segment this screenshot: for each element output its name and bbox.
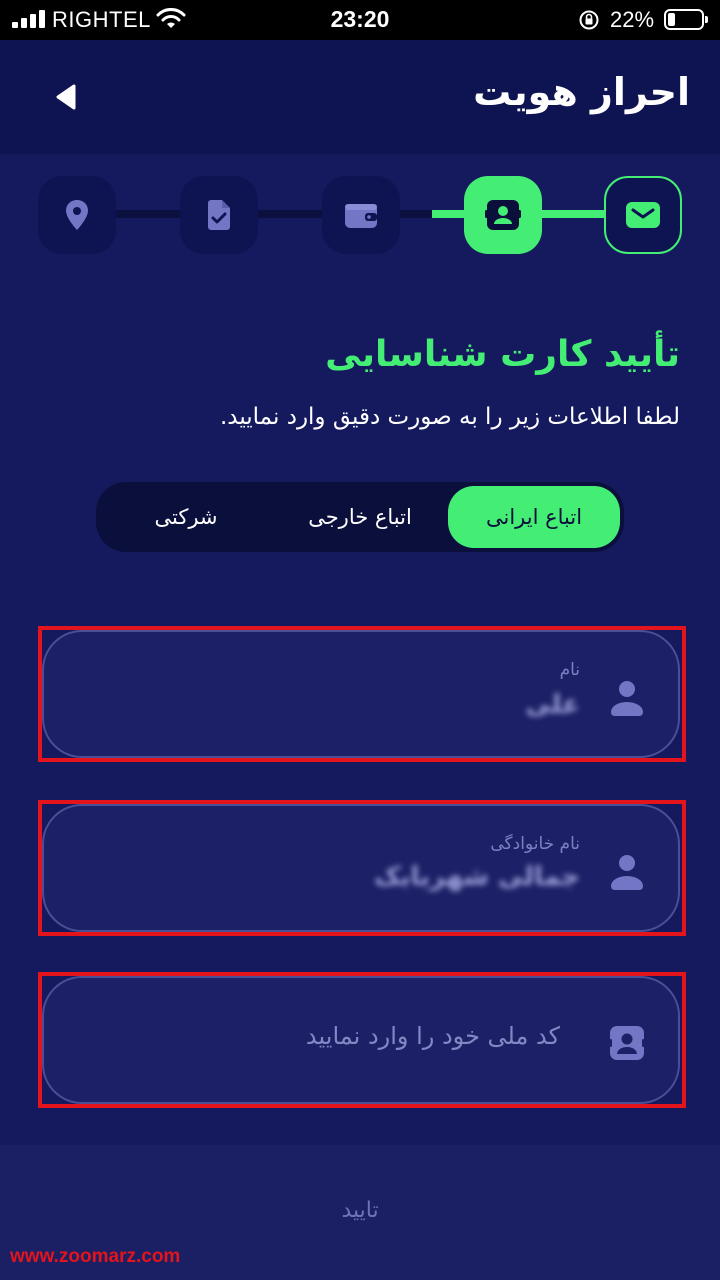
- battery-icon: [664, 9, 708, 30]
- segment-company[interactable]: شرکتی: [100, 486, 272, 548]
- document-check-icon: [208, 200, 230, 230]
- last-name-label: نام خانوادگی: [490, 834, 580, 854]
- step-connector: [110, 210, 190, 218]
- id-card-icon: [607, 1026, 647, 1060]
- step-id-card: [464, 176, 542, 254]
- nationality-segmented-control: اتباع ایرانی اتباع خارجی شرکتی: [96, 482, 624, 552]
- first-name-value: علی: [525, 690, 580, 720]
- first-name-field[interactable]: نام علی: [42, 630, 680, 758]
- page-title: احراز هویت: [473, 70, 690, 114]
- wallet-icon: [345, 204, 377, 228]
- last-name-field[interactable]: نام خانوادگی جمالی شهربابک: [42, 804, 680, 932]
- step-email: [604, 176, 682, 254]
- segment-iranian[interactable]: اتباع ایرانی: [448, 486, 620, 548]
- envelope-icon: [626, 202, 660, 228]
- step-location: [38, 176, 116, 254]
- step-connector: [252, 210, 332, 218]
- step-connector-active: [536, 210, 610, 218]
- user-icon: [611, 855, 643, 890]
- rotation-lock-icon: [579, 10, 599, 30]
- national-code-field[interactable]: [42, 976, 680, 1104]
- status-bar: RIGHTEL 23:20 22%: [0, 0, 720, 40]
- app-header: احراز هویت: [0, 40, 720, 154]
- confirm-button[interactable]: تایید: [0, 1180, 720, 1240]
- step-wallet: [322, 176, 400, 254]
- last-name-value: جمالی شهربابک: [374, 862, 580, 892]
- section-subtitle: لطفا اطلاعات زیر را به صورت دقیق وارد نم…: [219, 404, 680, 430]
- segment-foreign[interactable]: اتباع خارجی: [274, 486, 446, 548]
- location-pin-icon: [66, 200, 88, 230]
- back-arrow-icon[interactable]: [50, 80, 84, 114]
- step-document: [180, 176, 258, 254]
- battery-percent: 22%: [610, 7, 655, 32]
- first-name-label: نام: [559, 660, 580, 680]
- national-code-input[interactable]: [140, 1022, 560, 1050]
- section-title: تأیید کارت شناسایی: [325, 334, 680, 375]
- user-icon: [611, 681, 643, 716]
- id-card-icon: [485, 200, 521, 230]
- watermark: www.zoomarz.com: [10, 1246, 181, 1267]
